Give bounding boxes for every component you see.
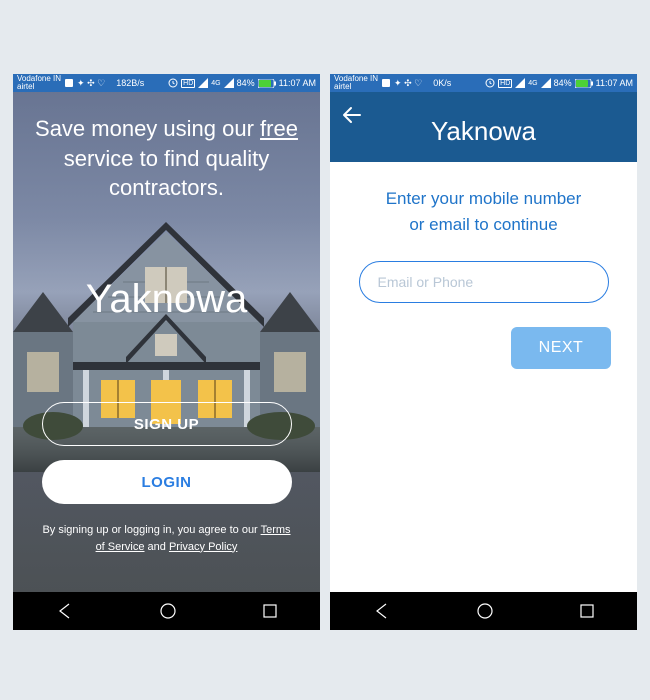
battery-percent: 84% <box>554 78 572 88</box>
nav-recent-icon[interactable] <box>579 603 595 619</box>
battery-icon <box>575 79 593 88</box>
legal-text: By signing up or logging in, you agree t… <box>13 522 320 555</box>
privacy-link[interactable]: Privacy Policy <box>169 541 237 553</box>
nav-back-icon[interactable] <box>56 602 74 620</box>
signal-icon <box>198 78 208 88</box>
welcome-screen: Save money using our free service to fin… <box>13 92 320 592</box>
alarm-icon <box>168 78 178 88</box>
status-bar: Vodafone IN airtel ✦ ✣ ♡ 182B/s HD 4G 84… <box>13 74 320 92</box>
alarm-icon <box>485 78 495 88</box>
prompt-text: Enter your mobile number or email to con… <box>386 186 582 237</box>
signal-icon-2 <box>541 78 551 88</box>
android-nav-bar <box>330 592 637 630</box>
status-bar: Vodafone IN airtel ✦ ✣ ♡ 0K/s HD 4G 84% … <box>330 74 637 92</box>
sim-icon <box>64 78 74 88</box>
enter-contact-body: Enter your mobile number or email to con… <box>330 162 637 592</box>
android-nav-bar <box>13 592 320 630</box>
back-arrow-icon[interactable] <box>340 102 366 128</box>
phone-left-welcome: Vodafone IN airtel ✦ ✣ ♡ 182B/s HD 4G 84… <box>13 74 320 630</box>
signal-icon-2 <box>224 78 234 88</box>
phone-right-enter: Vodafone IN airtel ✦ ✣ ♡ 0K/s HD 4G 84% … <box>330 74 637 630</box>
carrier-label: Vodafone IN airtel <box>17 75 61 91</box>
sim-icon <box>381 78 391 88</box>
data-speed: 182B/s <box>116 78 144 88</box>
signup-button[interactable]: SIGN UP <box>42 402 292 446</box>
nav-recent-icon[interactable] <box>262 603 278 619</box>
brand-title: Yaknowa <box>86 277 248 322</box>
page-title: Yaknowa <box>330 116 637 147</box>
data-speed: 0K/s <box>433 78 451 88</box>
nav-back-icon[interactable] <box>373 602 391 620</box>
battery-icon <box>258 79 276 88</box>
email-phone-input[interactable] <box>359 261 609 303</box>
nav-home-icon[interactable] <box>159 602 177 620</box>
carrier-label: Vodafone IN airtel <box>334 75 378 91</box>
signal-icon <box>515 78 525 88</box>
battery-percent: 84% <box>237 78 255 88</box>
clock: 11:07 AM <box>279 78 316 88</box>
next-button[interactable]: NEXT <box>511 327 611 369</box>
nav-home-icon[interactable] <box>476 602 494 620</box>
login-button[interactable]: LOGIN <box>42 460 292 504</box>
headline: Save money using our free service to fin… <box>13 114 320 203</box>
app-header: Yaknowa <box>330 92 637 162</box>
clock: 11:07 AM <box>596 78 633 88</box>
